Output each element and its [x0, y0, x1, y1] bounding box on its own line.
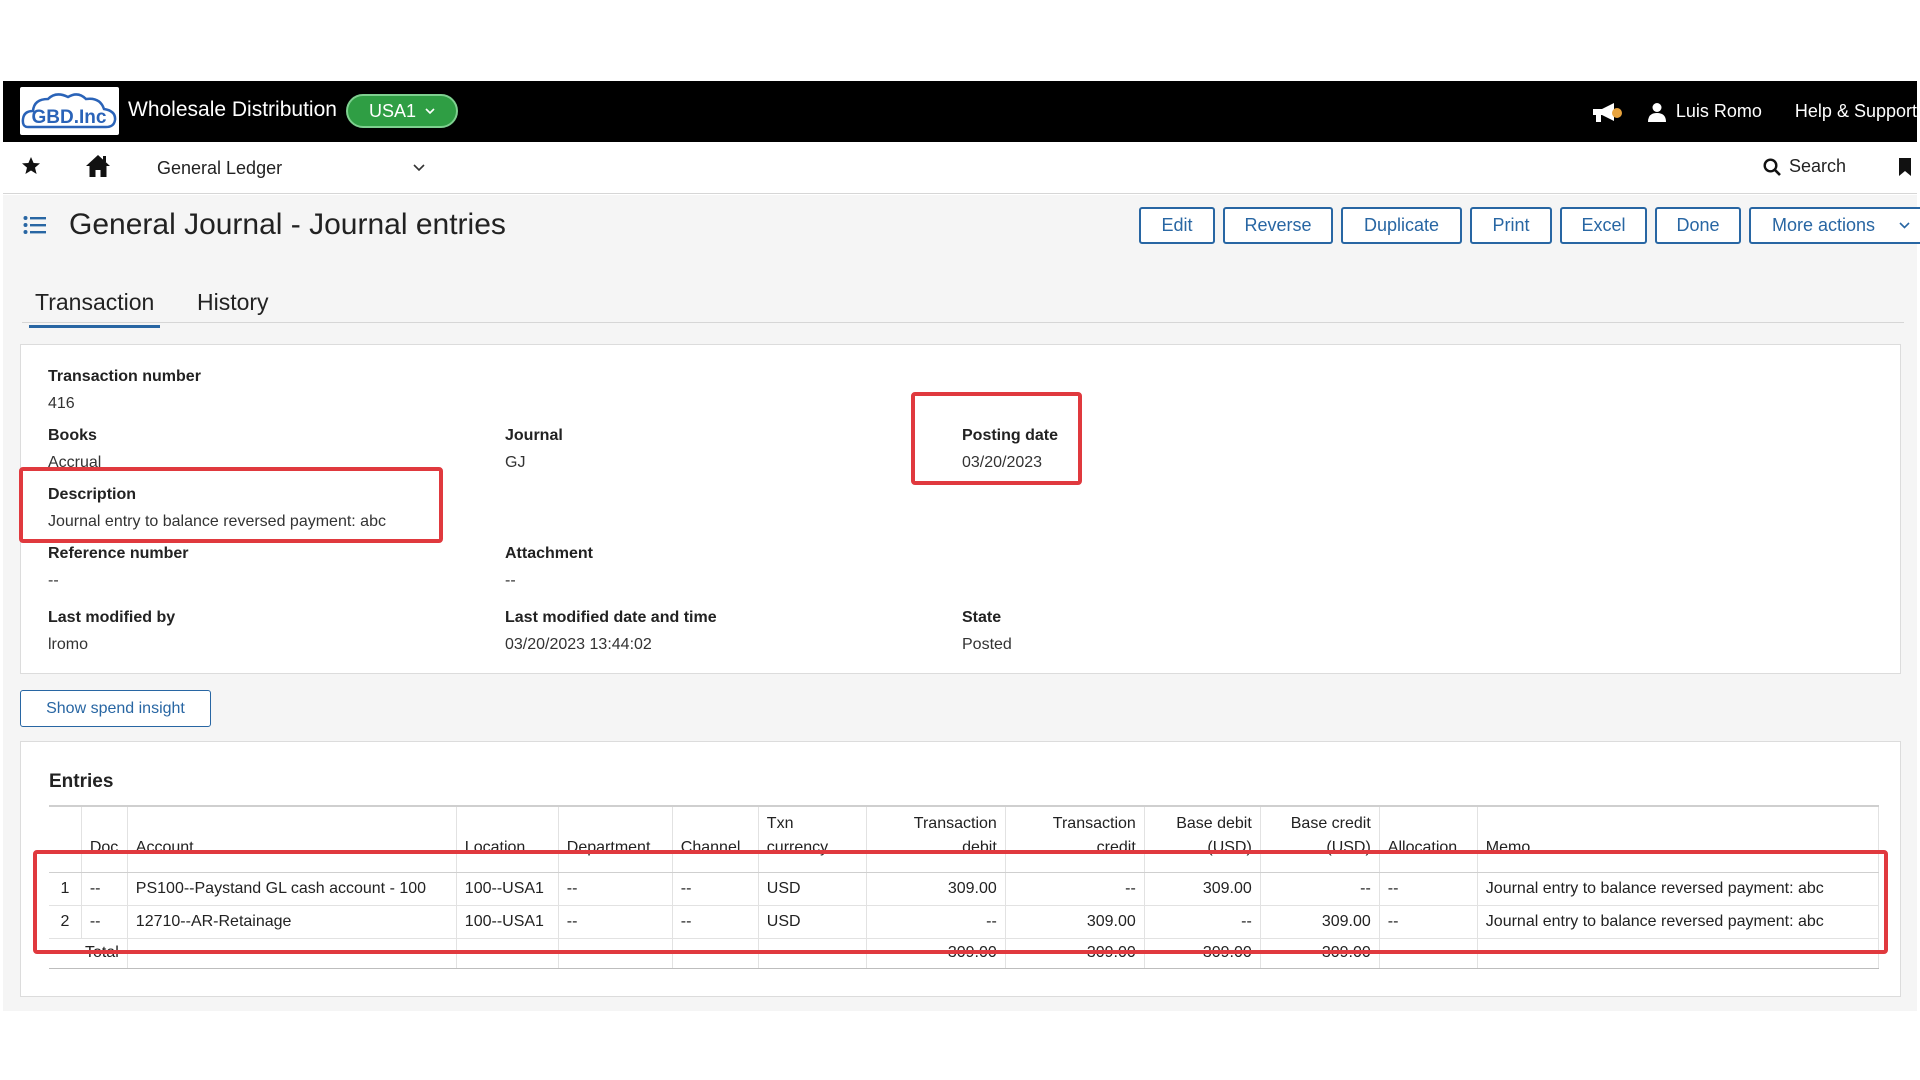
chevron-down-icon [425, 107, 435, 114]
star-icon[interactable] [21, 156, 41, 176]
bookmark-icon[interactable] [1898, 157, 1912, 177]
header-line-1: Txn [766, 814, 794, 832]
transaction-number-field: Transaction number 416 [48, 368, 201, 413]
field-value: lromo [48, 636, 89, 653]
module-bar: General Ledger Search [3, 142, 1917, 194]
top-bar: GBD.Inc Wholesale Distribution USA1 Luis… [3, 81, 1917, 142]
home-icon[interactable] [85, 154, 111, 178]
posting-date-highlight [911, 392, 1082, 485]
action-toolbar: Edit Reverse Duplicate Print Excel Done … [1139, 207, 1920, 244]
books-field: Books Accrual [48, 427, 101, 472]
more-actions-label: More actions [1771, 215, 1876, 235]
field-label: State [962, 609, 1002, 626]
search-label: Search [1789, 156, 1847, 176]
header-line-1: Base credit [1290, 814, 1371, 832]
field-value: 03/20/2023 13:44:02 [505, 636, 652, 653]
duplicate-button[interactable]: Duplicate [1341, 207, 1462, 244]
field-label: Transaction number [48, 368, 201, 385]
page-title: General Journal - Journal entries [69, 208, 506, 241]
search-button[interactable]: Search [1763, 156, 1846, 177]
reference-number-field: Reference number -- [48, 545, 189, 590]
edit-button[interactable]: Edit [1139, 207, 1215, 244]
print-button[interactable]: Print [1470, 207, 1552, 244]
field-value: Posted [962, 636, 1012, 653]
header-line-1: Base debit [1176, 814, 1252, 832]
excel-button[interactable]: Excel [1560, 207, 1647, 244]
megaphone-icon[interactable] [1590, 100, 1624, 124]
journal-field: Journal GJ [505, 427, 563, 472]
header-line-1: Transaction [1052, 814, 1136, 832]
entries-highlight [33, 850, 1888, 954]
company-name: Wholesale Distribution [128, 98, 337, 121]
module-selector[interactable]: General Ledger [157, 158, 282, 179]
field-label: Reference number [48, 545, 189, 562]
svg-text:GBD.Inc: GBD.Inc [32, 107, 107, 128]
page-header: General Journal - Journal entries Edit R… [3, 195, 1920, 255]
header-line-1: Transaction [913, 814, 997, 832]
entity-label: USA1 [368, 100, 417, 121]
field-value: GJ [505, 454, 526, 471]
company-logo[interactable]: GBD.Inc [20, 87, 119, 135]
last-modified-date-field: Last modified date and time 03/20/2023 1… [505, 609, 717, 654]
list-menu-icon[interactable] [23, 215, 47, 235]
field-value: -- [505, 572, 516, 589]
field-value: 416 [48, 395, 75, 412]
description-highlight [19, 467, 443, 543]
attachment-field: Attachment -- [505, 545, 593, 590]
show-spend-insight-button[interactable]: Show spend insight [20, 690, 211, 727]
tab-transaction[interactable]: Transaction [29, 289, 161, 328]
field-value: -- [48, 572, 59, 589]
tab-history[interactable]: History [197, 289, 269, 316]
search-icon [1763, 157, 1781, 176]
entity-selector[interactable]: USA1 [346, 94, 458, 128]
done-button[interactable]: Done [1655, 207, 1741, 244]
field-label: Last modified date and time [505, 609, 717, 626]
more-actions-button[interactable]: More actions [1749, 207, 1920, 244]
field-label: Books [48, 427, 97, 444]
chevron-down-icon[interactable] [413, 164, 425, 172]
field-label: Last modified by [48, 609, 176, 626]
user-icon [1647, 102, 1666, 122]
reverse-button[interactable]: Reverse [1223, 207, 1333, 244]
user-name: Luis Romo [1675, 101, 1762, 121]
user-menu[interactable]: Luis Romo [1647, 101, 1762, 122]
state-field: State Posted [962, 609, 1012, 654]
field-label: Journal [505, 427, 563, 444]
last-modified-by-field: Last modified by lromo [48, 609, 175, 654]
tab-strip: Transaction History [22, 281, 1904, 328]
entries-title: Entries [49, 771, 114, 792]
help-support-link[interactable]: Help & Support [1795, 101, 1917, 122]
chevron-down-icon [1899, 222, 1910, 229]
field-label: Attachment [505, 545, 594, 562]
